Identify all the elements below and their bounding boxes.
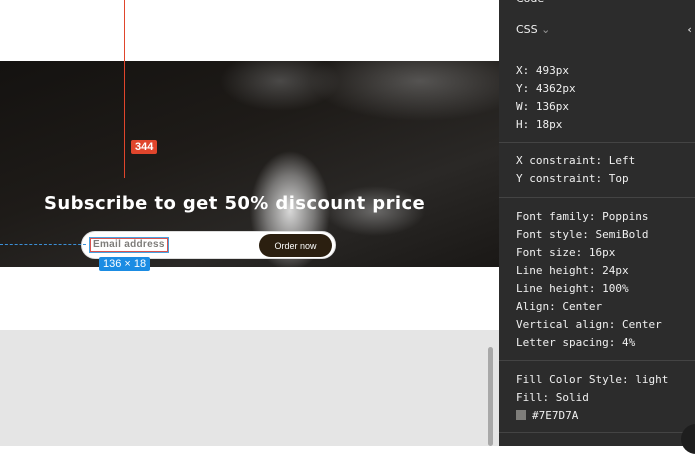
typography-section: Font family: Poppins Font style: SemiBol… [516, 208, 662, 352]
font-family: Font family: Poppins [516, 210, 649, 223]
y-value: Y: 4362px [516, 82, 576, 95]
fill-color-style: Fill Color Style: light [516, 373, 669, 386]
order-now-button[interactable]: Order now [259, 234, 332, 257]
chevron-left-icon[interactable]: ‹ [686, 21, 693, 39]
fill-type: Fill: Solid [516, 391, 589, 404]
divider [499, 360, 695, 361]
font-size: Font size: 16px [516, 246, 616, 259]
help-button[interactable] [681, 424, 695, 454]
constraints-section: X constraint: Left Y constraint: Top [516, 152, 635, 188]
color-swatch [516, 410, 526, 420]
fill-color-hex: #7E7D7A [532, 409, 579, 422]
grey-section [0, 330, 499, 446]
height-value: H: 18px [516, 118, 563, 131]
align: Align: Center [516, 300, 603, 313]
divider [499, 432, 695, 433]
subscribe-form: Email address Order now [81, 231, 336, 259]
dimension-badge: 136 × 18 [99, 257, 151, 271]
x-value: X: 493px [516, 64, 569, 77]
divider [499, 197, 695, 198]
headline: Subscribe to get 50% discount price [44, 193, 426, 214]
chevron-down-icon: ⌄ [541, 23, 551, 36]
letter-spacing: Letter spacing: 4% [516, 336, 636, 349]
email-input[interactable]: Email address [89, 237, 169, 253]
measure-line [124, 0, 125, 178]
section-title: Code [516, 0, 544, 8]
line-height-px: Line height: 24px [516, 264, 629, 277]
inspect-panel: Code CSS ⌄ ‹ X: 493px Y: 4362px W: 136px… [499, 0, 695, 454]
design-canvas[interactable]: Subscribe to get 50% discount price Emai… [0, 0, 499, 446]
guide-line [0, 244, 86, 245]
x-constraint: X constraint: Left [516, 154, 636, 167]
y-constraint: Y constraint: Top [516, 172, 629, 185]
divider [499, 142, 695, 143]
position-section: X: 493px Y: 4362px W: 136px H: 18px [516, 62, 576, 134]
language-label: CSS [516, 23, 538, 36]
scrollbar[interactable] [488, 347, 493, 446]
distance-badge: 344 [131, 140, 158, 154]
language-dropdown[interactable]: CSS ⌄ [516, 21, 550, 39]
vertical-align: Vertical align: Center [516, 318, 662, 331]
width-value: W: 136px [516, 100, 569, 113]
line-height-percent: Line height: 100% [516, 282, 629, 295]
hero-banner[interactable]: Subscribe to get 50% discount price Emai… [0, 61, 499, 271]
font-style: Font style: SemiBold [516, 228, 649, 241]
fill-section: Fill Color Style: light Fill: Solid #7E7… [516, 371, 668, 425]
fill-color[interactable]: #7E7D7A [516, 407, 668, 425]
